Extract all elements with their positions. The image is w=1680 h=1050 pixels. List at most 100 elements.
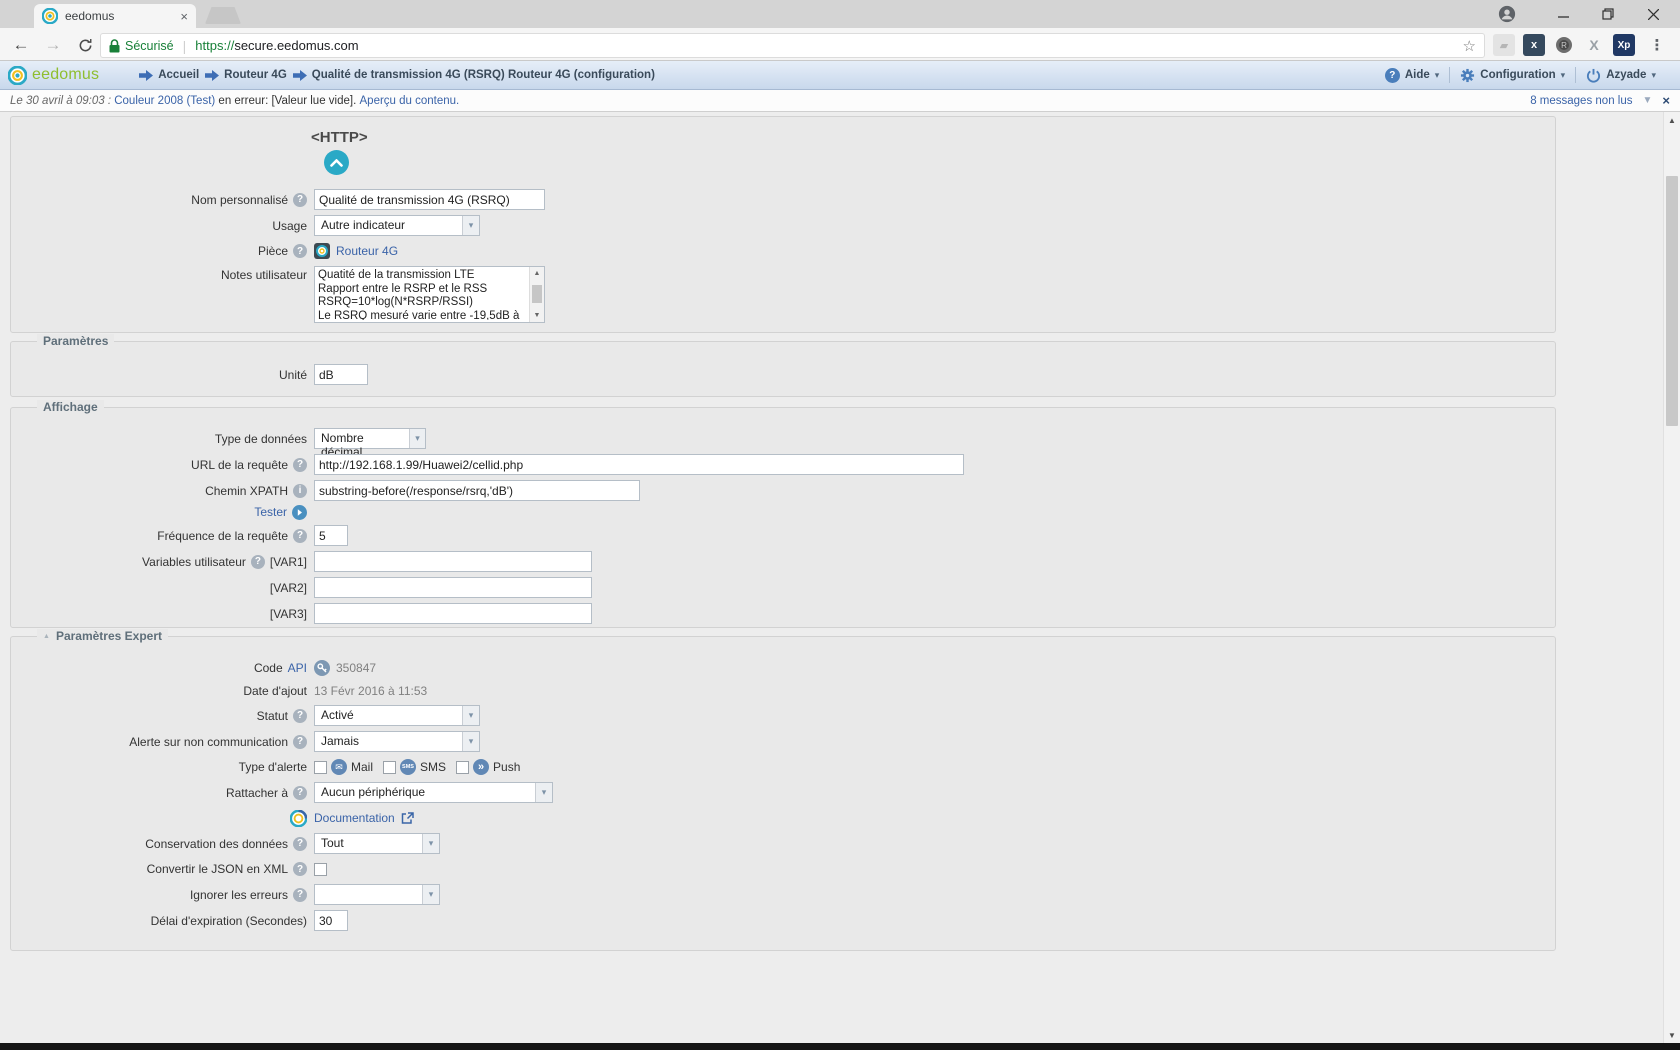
help-icon[interactable]: ? (293, 862, 307, 876)
parametres-legend: Paramètres (37, 334, 114, 348)
type-donnees-select[interactable]: Nombre décimal▾ (314, 428, 426, 449)
extension-xmarks-icon[interactable]: X (1583, 34, 1605, 56)
tab-close-icon[interactable]: × (180, 9, 188, 24)
brand-name: eedomus (32, 66, 99, 84)
var1-input[interactable] (314, 551, 592, 572)
browser-menu-icon[interactable]: ⋮ (1646, 34, 1668, 56)
nom-input[interactable] (314, 189, 545, 210)
refresh-button[interactable] (72, 32, 98, 58)
collapse-up-button[interactable] (324, 150, 349, 175)
delai-input[interactable] (314, 910, 348, 931)
tester-link[interactable]: Tester (254, 505, 287, 519)
help-icon[interactable]: ? (251, 555, 265, 569)
user-menu[interactable]: Azyade▾ (1576, 68, 1666, 83)
browser-toolbar: ← → Sécurisé | https://secure.eedomus.co… (0, 28, 1680, 61)
scroll-down-icon[interactable]: ▼ (530, 309, 544, 322)
restore-button[interactable] (1586, 0, 1630, 28)
alerte-comm-select[interactable]: Jamais▾ (314, 731, 480, 752)
tab-title: eedomus (65, 9, 180, 23)
bookmark-star-icon[interactable]: ☆ (1463, 37, 1476, 55)
help-icon[interactable]: ? (293, 786, 307, 800)
notification-close-icon[interactable]: × (1662, 93, 1670, 108)
documentation-link[interactable]: Documentation (314, 811, 395, 825)
push-icon: » (473, 759, 489, 775)
scroll-up-icon[interactable]: ▲ (530, 267, 544, 280)
help-icon[interactable]: ? (293, 193, 307, 207)
sms-icon: SMS (400, 759, 416, 775)
push-checkbox[interactable] (456, 761, 469, 774)
code-value: 350847 (336, 661, 376, 675)
unread-messages-link[interactable]: 8 messages non lus (1530, 95, 1632, 107)
conservation-select[interactable]: Tout▾ (314, 833, 440, 854)
scroll-thumb[interactable] (532, 285, 542, 303)
arrow-right-icon (293, 70, 307, 81)
new-tab-button[interactable] (205, 7, 241, 24)
notification-preview-link[interactable]: Aperçu du contenu. (360, 95, 460, 107)
room-link[interactable]: Routeur 4G (336, 244, 398, 258)
extension-r-icon[interactable]: R (1553, 34, 1575, 56)
extension-x-icon[interactable]: x (1523, 34, 1545, 56)
url-requete-input[interactable] (314, 454, 964, 475)
eedomus-brand[interactable]: eedomus (8, 66, 99, 85)
rattacher-select[interactable]: Aucun périphérique▾ (314, 782, 553, 803)
help-icon[interactable]: ? (293, 888, 307, 902)
frequence-input[interactable] (314, 525, 348, 546)
notes-textarea[interactable]: Quatité de la transmission LTE Rapport e… (314, 266, 545, 323)
breadcrumb-routeur-4g[interactable]: Routeur 4G (205, 69, 287, 81)
help-icon[interactable]: ? (293, 529, 307, 543)
help-icon[interactable]: ? (293, 458, 307, 472)
configuration-menu[interactable]: Configuration▾ (1450, 68, 1575, 83)
notification-expand-icon[interactable]: ▼ (1643, 95, 1653, 106)
address-bar[interactable]: Sécurisé | https://secure.eedomus.com ☆ (100, 33, 1485, 58)
var3-input[interactable] (314, 603, 592, 624)
push-label: Push (493, 760, 520, 774)
scroll-thumb[interactable] (1666, 176, 1678, 426)
collapse-triangle-icon[interactable]: ▲ (43, 633, 50, 640)
extension-pdf-icon[interactable]: ▰ (1493, 34, 1515, 56)
xpath-input[interactable] (314, 480, 640, 501)
scroll-up-icon[interactable]: ▲ (1664, 112, 1680, 128)
help-icon[interactable]: ? (293, 709, 307, 723)
app-header: eedomus Accueil Routeur 4G Qualité de tr… (0, 61, 1680, 90)
aide-menu[interactable]: ? Aide▾ (1375, 68, 1449, 83)
unite-input[interactable] (314, 364, 368, 385)
json-xml-checkbox[interactable] (314, 863, 327, 876)
minimize-button[interactable] (1541, 0, 1585, 28)
notification-bar: Le 30 avril à 09:03 : Couleur 2008 (Test… (0, 90, 1680, 112)
url-requete-label: URL de la requête (191, 458, 288, 472)
gear-icon (1460, 68, 1475, 83)
notification-device-link[interactable]: Couleur 2008 (Test) (114, 95, 215, 107)
help-icon[interactable]: ? (293, 735, 307, 749)
var2-input[interactable] (314, 577, 592, 598)
extension-xp-icon[interactable]: Xp (1613, 34, 1635, 56)
info-icon[interactable]: i (293, 484, 307, 498)
chevron-down-icon: ▾ (422, 885, 439, 904)
arrow-right-icon (139, 70, 153, 81)
frequence-label: Fréquence de la requête (157, 529, 288, 543)
scroll-down-icon[interactable]: ▼ (1664, 1027, 1680, 1043)
ignorer-select[interactable]: ▾ (314, 884, 440, 905)
notes-scrollbar[interactable]: ▲ ▼ (529, 267, 544, 322)
api-key-icon[interactable] (314, 660, 330, 676)
security-chip[interactable]: Sécurisé (109, 39, 174, 53)
close-window-button[interactable] (1631, 0, 1675, 28)
browser-tab[interactable]: eedomus × (34, 4, 196, 28)
sms-checkbox[interactable] (383, 761, 396, 774)
variables-label: Variables utilisateur (142, 555, 246, 569)
mail-checkbox[interactable] (314, 761, 327, 774)
statut-select[interactable]: Activé▾ (314, 705, 480, 726)
piece-label: Pièce (258, 244, 288, 258)
usage-select[interactable]: Autre indicateur▾ (314, 215, 480, 236)
nom-label: Nom personnalisé (191, 193, 288, 207)
page-content: <HTTP> Nom personnalisé? Usage Autre ind… (0, 112, 1680, 1043)
play-icon[interactable] (292, 505, 307, 520)
help-icon[interactable]: ? (293, 244, 307, 258)
breadcrumb-accueil[interactable]: Accueil (139, 69, 199, 81)
help-icon[interactable]: ? (293, 837, 307, 851)
url-scheme: https:// (195, 38, 234, 53)
back-button[interactable]: ← (8, 32, 34, 58)
profile-icon[interactable] (1485, 0, 1529, 28)
api-link[interactable]: API (288, 661, 307, 675)
page-scrollbar[interactable]: ▲ ▼ (1663, 112, 1680, 1043)
forward-button[interactable]: → (40, 32, 66, 58)
